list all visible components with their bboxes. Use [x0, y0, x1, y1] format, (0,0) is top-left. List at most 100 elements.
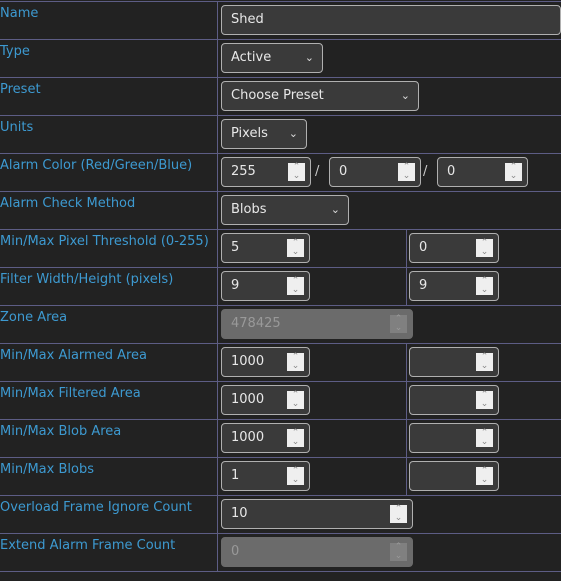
- red-input[interactable]: 255 ⌃ ⌄: [221, 157, 311, 187]
- label-blobs: Min/Max Blobs: [0, 462, 94, 477]
- label-filtered-area: Min/Max Filtered Area: [0, 386, 141, 401]
- label-name: Name: [0, 6, 39, 21]
- type-select[interactable]: Active ⌄: [221, 43, 323, 73]
- label-units: Units: [0, 120, 34, 135]
- row-units: Units Pixels ⌄: [0, 115, 561, 153]
- overload-frame-ignore-count-input-value: 10: [231, 506, 248, 521]
- spinner-icon[interactable]: ⌃ ⌄: [287, 391, 304, 409]
- pixel-threshold-max-input[interactable]: 0 ⌃ ⌄: [409, 233, 499, 263]
- blobs-min-input[interactable]: 1 ⌃ ⌄: [221, 461, 310, 491]
- spinner-icon[interactable]: ⌃ ⌄: [505, 163, 522, 181]
- row-extend-alarm-frame-count: Extend Alarm Frame Count 0 ⌃ ⌄: [0, 533, 561, 571]
- spinner-icon[interactable]: ⌃ ⌄: [476, 239, 493, 257]
- column-divider: [406, 458, 407, 495]
- alarm-check-method-select-value: Blobs: [231, 202, 267, 217]
- alarmed-area-min-input[interactable]: 1000 ⌃ ⌄: [221, 347, 310, 377]
- column-divider: [217, 2, 218, 39]
- spinner-icon[interactable]: ⌃ ⌄: [476, 391, 493, 409]
- filtered-area-min-input[interactable]: 1000 ⌃ ⌄: [221, 385, 310, 415]
- name-input[interactable]: Shed: [221, 5, 561, 35]
- spinner-icon[interactable]: ⌃ ⌄: [287, 429, 304, 447]
- zone-area-input-value: 478425: [231, 316, 281, 331]
- row-alarmed-area: Min/Max Alarmed Area 1000 ⌃ ⌄ ⌃ ⌄: [0, 343, 561, 381]
- overload-frame-ignore-count-input[interactable]: 10 ⌃ ⌄: [221, 499, 413, 529]
- alarm-check-method-select[interactable]: Blobs ⌄: [221, 195, 349, 225]
- separator: /: [423, 164, 428, 179]
- row-alarm-check-method: Alarm Check Method Blobs ⌄: [0, 191, 561, 229]
- name-input-value: Shed: [231, 12, 264, 27]
- filtered-area-max-input[interactable]: ⌃ ⌄: [409, 385, 499, 415]
- blue-input-value: 0: [447, 164, 456, 179]
- spinner-icon[interactable]: ⌃ ⌄: [287, 467, 304, 485]
- filter-size-min-input[interactable]: 9 ⌃ ⌄: [221, 271, 310, 301]
- column-divider: [406, 344, 407, 381]
- extend-alarm-frame-count-input: 0 ⌃ ⌄: [221, 537, 413, 567]
- label-zone-area: Zone Area: [0, 310, 68, 325]
- blob-area-max-input[interactable]: ⌃ ⌄: [409, 423, 499, 453]
- filter-size-max-input[interactable]: 9 ⌃ ⌄: [409, 271, 499, 301]
- filter-size-min-input-value: 9: [231, 278, 240, 293]
- spinner-icon[interactable]: ⌃ ⌄: [287, 239, 304, 257]
- spinner-icon[interactable]: ⌃ ⌄: [288, 163, 305, 181]
- spinner-icon[interactable]: ⌃ ⌄: [476, 429, 493, 447]
- spinner-icon[interactable]: ⌃ ⌄: [390, 315, 407, 333]
- label-type: Type: [0, 44, 30, 59]
- extend-alarm-frame-count-input-value: 0: [231, 544, 240, 559]
- units-select[interactable]: Pixels ⌄: [221, 119, 307, 149]
- zone-area-input: 478425 ⌃ ⌄: [221, 309, 413, 339]
- units-select-value: Pixels: [231, 126, 268, 141]
- column-divider: [406, 230, 407, 267]
- blue-input[interactable]: 0 ⌃ ⌄: [437, 157, 528, 187]
- row-filtered-area: Min/Max Filtered Area 1000 ⌃ ⌄ ⌃ ⌄: [0, 381, 561, 419]
- row-overload-frame-ignore-count: Overload Frame Ignore Count 10 ⌃ ⌄: [0, 495, 561, 533]
- type-select-value: Active: [231, 50, 272, 65]
- blobs-min-input-value: 1: [231, 468, 240, 483]
- filter-size-max-input-value: 9: [419, 278, 428, 293]
- column-divider: [217, 382, 218, 419]
- label-blob-area: Min/Max Blob Area: [0, 424, 122, 439]
- column-divider: [217, 230, 218, 267]
- spinner-icon[interactable]: ⌃ ⌄: [287, 353, 304, 371]
- blob-area-min-input[interactable]: 1000 ⌃ ⌄: [221, 423, 310, 453]
- pixel-threshold-min-input[interactable]: 5 ⌃ ⌄: [221, 233, 310, 263]
- label-filter-size: Filter Width/Height (pixels): [0, 272, 174, 287]
- row-blobs: Min/Max Blobs 1 ⌃ ⌄ ⌃ ⌄: [0, 457, 561, 495]
- separator: /: [315, 164, 320, 179]
- chevron-down-icon: ⌄: [330, 203, 340, 216]
- spinner-icon[interactable]: ⌃ ⌄: [390, 543, 407, 561]
- spinner-icon[interactable]: ⌃ ⌄: [398, 163, 415, 181]
- column-divider: [217, 458, 218, 495]
- green-input[interactable]: 0 ⌃ ⌄: [329, 157, 421, 187]
- spinner-icon[interactable]: ⌃ ⌄: [476, 277, 493, 295]
- spinner-icon[interactable]: ⌃ ⌄: [390, 505, 407, 523]
- row-pixel-threshold: Min/Max Pixel Threshold (0-255) 5 ⌃ ⌄ 0 ⌃ ⌄: [0, 229, 561, 267]
- filtered-area-min-input-value: 1000: [231, 392, 265, 407]
- column-divider: [217, 154, 218, 191]
- spinner-icon[interactable]: ⌃ ⌄: [287, 277, 304, 295]
- pixel-threshold-max-input-value: 0: [419, 240, 428, 255]
- row-name: Name Shed: [0, 1, 561, 39]
- column-divider: [217, 306, 218, 343]
- green-input-value: 0: [339, 164, 348, 179]
- label-alarm-check-method: Alarm Check Method: [0, 196, 136, 211]
- preset-select-value: Choose Preset: [231, 88, 324, 103]
- preset-select[interactable]: Choose Preset ⌄: [221, 81, 419, 111]
- spinner-icon[interactable]: ⌃ ⌄: [476, 353, 493, 371]
- row-zone-area: Zone Area 478425 ⌃ ⌄: [0, 305, 561, 343]
- column-divider: [406, 268, 407, 305]
- chevron-down-icon: ⌄: [304, 51, 314, 64]
- label-overload-frame-ignore-count: Overload Frame Ignore Count: [0, 500, 192, 515]
- label-alarm-color: Alarm Color (Red/Green/Blue): [0, 158, 193, 173]
- chevron-down-icon: ⌄: [400, 89, 410, 102]
- label-preset: Preset: [0, 82, 41, 97]
- table-bottom-border: [0, 571, 561, 581]
- row-blob-area: Min/Max Blob Area 1000 ⌃ ⌄ ⌃ ⌄: [0, 419, 561, 457]
- column-divider: [217, 420, 218, 457]
- alarmed-area-max-input[interactable]: ⌃ ⌄: [409, 347, 499, 377]
- column-divider: [217, 40, 218, 77]
- blobs-max-input[interactable]: ⌃ ⌄: [409, 461, 499, 491]
- column-divider: [217, 192, 218, 229]
- row-preset: Preset Choose Preset ⌄: [0, 77, 561, 115]
- label-pixel-threshold: Min/Max Pixel Threshold (0-255): [0, 234, 209, 249]
- spinner-icon[interactable]: ⌃ ⌄: [476, 467, 493, 485]
